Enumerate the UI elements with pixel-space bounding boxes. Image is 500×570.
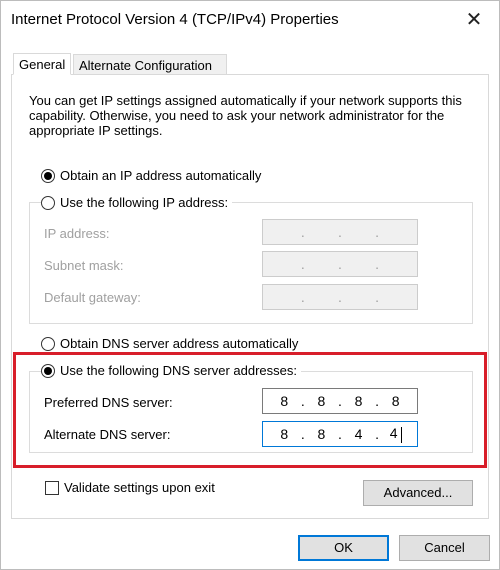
close-icon[interactable]: ✕ xyxy=(463,9,485,31)
radio-unselected-icon xyxy=(41,195,55,210)
use-following-dns-label: Use the following DNS server addresses: xyxy=(60,363,297,378)
alternate-dns-octet-4: 4 xyxy=(388,425,404,443)
ip-address-field[interactable]: ... xyxy=(262,219,418,245)
alternate-dns-field[interactable]: 8 . 8 . 4 . 4 xyxy=(262,421,418,447)
advanced-button[interactable]: Advanced... xyxy=(363,480,473,506)
preferred-dns-octet-1: 8 xyxy=(280,393,289,409)
radio-selected-icon xyxy=(41,168,55,183)
preferred-dns-octet-4: 8 xyxy=(391,393,400,409)
default-gateway-label: Default gateway: xyxy=(44,290,141,305)
radio-selected-icon xyxy=(41,363,55,378)
radio-unselected-icon xyxy=(41,336,55,351)
alternate-dns-octet-2: 8 xyxy=(317,426,326,442)
tab-alternate-configuration[interactable]: Alternate Configuration xyxy=(73,54,227,76)
text-caret xyxy=(400,426,402,443)
default-gateway-field[interactable]: ... xyxy=(262,284,418,310)
subnet-mask-field[interactable]: ... xyxy=(262,251,418,277)
preferred-dns-field[interactable]: 8 . 8 . 8 . 8 xyxy=(262,388,418,414)
validate-settings-label: Validate settings upon exit xyxy=(64,480,215,495)
ok-button[interactable]: OK xyxy=(298,535,389,561)
use-following-ip-label: Use the following IP address: xyxy=(60,195,229,210)
cancel-button[interactable]: Cancel xyxy=(399,535,490,561)
obtain-dns-auto-label: Obtain DNS server address automatically xyxy=(60,336,299,351)
obtain-ip-auto-label: Obtain an IP address automatically xyxy=(60,168,262,183)
obtain-dns-auto-radio[interactable]: Obtain DNS server address automatically xyxy=(41,336,298,351)
dialog-title: Internet Protocol Version 4 (TCP/IPv4) P… xyxy=(11,11,339,28)
preferred-dns-octet-2: 8 xyxy=(317,393,326,409)
tab-general[interactable]: General xyxy=(13,53,71,75)
ip-address-label: IP address: xyxy=(44,226,110,241)
subnet-mask-label: Subnet mask: xyxy=(44,258,124,273)
use-following-ip-radio[interactable]: Use the following IP address: xyxy=(41,195,233,210)
validate-settings-checkbox[interactable]: Validate settings upon exit xyxy=(45,480,215,495)
properties-dialog: Internet Protocol Version 4 (TCP/IPv4) P… xyxy=(0,0,500,570)
checkbox-icon xyxy=(45,480,59,495)
info-text: You can get IP settings assigned automat… xyxy=(29,93,462,138)
preferred-dns-label: Preferred DNS server: xyxy=(44,395,173,410)
alternate-dns-label: Alternate DNS server: xyxy=(44,427,171,442)
alternate-dns-octet-3: 4 xyxy=(354,426,363,442)
preferred-dns-octet-3: 8 xyxy=(354,393,363,409)
use-following-dns-radio[interactable]: Use the following DNS server addresses: xyxy=(41,363,301,378)
alternate-dns-octet-1: 8 xyxy=(280,426,289,442)
obtain-ip-auto-radio[interactable]: Obtain an IP address automatically xyxy=(41,168,261,183)
